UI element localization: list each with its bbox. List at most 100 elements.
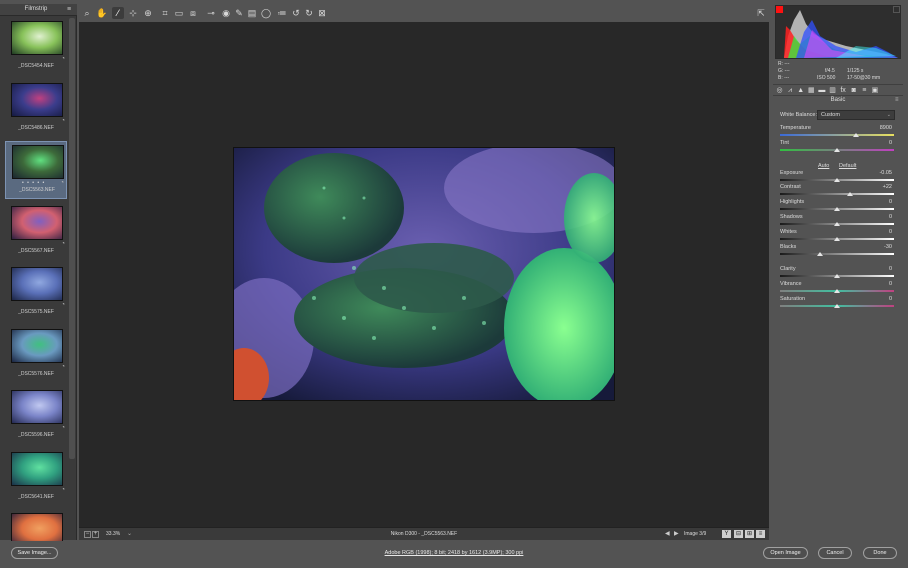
filmstrip-item[interactable]: ◔ _DSC5567.NEF — [5, 203, 67, 261]
slider-thumb[interactable] — [834, 289, 840, 293]
slider-value[interactable]: 0 — [862, 214, 892, 220]
camera-calibration-icon[interactable]: ◙ — [849, 86, 858, 95]
panel-menu-icon[interactable]: ≡ — [895, 97, 899, 103]
white-balance-icon[interactable]: ⁄ — [112, 7, 124, 19]
snapshots-icon[interactable]: ▣ — [870, 86, 879, 95]
slider-value[interactable]: 0 — [862, 140, 892, 146]
thumbnail-label: _DSC5576.NEF — [18, 370, 54, 377]
before-after-button[interactable]: Y — [722, 530, 731, 538]
previous-image-icon[interactable]: ◀ — [665, 530, 670, 537]
rotate-ccw-icon[interactable]: ↺ — [290, 7, 302, 19]
spot-removal-icon[interactable]: ⊸ — [205, 7, 217, 19]
done-button[interactable]: Done — [863, 547, 897, 559]
copy-settings-button[interactable]: ⊞ — [745, 530, 754, 538]
slider-thumb[interactable] — [834, 237, 840, 241]
adjustment-brush-icon[interactable]: ✎ — [233, 7, 245, 19]
presets-icon[interactable]: ≡ — [860, 86, 869, 95]
toggle-settings-button[interactable]: ≡ — [756, 530, 765, 538]
slider-track[interactable] — [780, 253, 894, 255]
slider-value[interactable]: +22 — [862, 184, 892, 190]
zoom-icon[interactable]: ⌕ — [81, 7, 93, 19]
slider-thumb[interactable] — [834, 207, 840, 211]
thumbnail-image[interactable] — [11, 328, 63, 363]
slider-thumb[interactable] — [834, 178, 840, 182]
auto-tone-link[interactable]: Auto — [818, 163, 829, 169]
basic-icon[interactable]: ◎ — [775, 86, 784, 95]
filmstrip-item[interactable]: • • • • • ◔ _DSC5563.NEF — [5, 141, 67, 199]
transform-icon[interactable]: ⧈ — [187, 7, 199, 19]
thumbnail-label: _DSC5641.NEF — [18, 493, 54, 500]
filmstrip-item[interactable]: ◔ _DSC5641.NEF — [5, 449, 67, 507]
adjustments-panel: R: --- G: --- B: --- f/4.5 1/125 s ISO 50… — [773, 4, 903, 540]
crop-icon[interactable]: ⌗ — [159, 7, 171, 19]
r-label: R: — [778, 61, 783, 67]
menu-icon[interactable]: ≡ — [67, 6, 75, 13]
histogram-graph — [784, 10, 898, 58]
slider-track[interactable] — [780, 193, 894, 195]
filmstrip-header: Filmstrip ≡ — [0, 4, 77, 16]
hand-icon[interactable]: ✋ — [96, 7, 108, 19]
swap-settings-button[interactable]: ⊟ — [734, 530, 743, 538]
filmstrip-item[interactable]: ◔ _DSC5575.NEF — [5, 264, 67, 322]
slider-value[interactable]: 8900 — [862, 125, 892, 131]
thumbnail-image[interactable] — [11, 21, 63, 55]
slider-value[interactable]: 0 — [862, 281, 892, 287]
detail-icon[interactable]: ▲ — [796, 86, 805, 95]
slider-thumb[interactable] — [834, 274, 840, 278]
preview-photo[interactable] — [233, 147, 615, 401]
color-sampler-icon[interactable]: ⊹ — [127, 7, 139, 19]
slider-thumb[interactable] — [816, 252, 823, 256]
straighten-icon[interactable]: ▭ — [173, 7, 185, 19]
filmstrip-item[interactable]: ◔ _DSC5486.NEF — [5, 80, 67, 138]
radial-filter-icon[interactable]: ◯ — [260, 7, 272, 19]
trash-icon[interactable]: ⊠ — [316, 7, 328, 19]
filmstrip-scrollbar[interactable] — [69, 18, 75, 459]
image-counter: Image 3/9 — [684, 531, 707, 537]
thumbnail-image[interactable] — [11, 451, 63, 486]
slider-thumb[interactable] — [853, 133, 860, 137]
filmstrip-item[interactable]: ◔ _DSC5596.NEF — [5, 387, 67, 445]
cancel-button[interactable]: Cancel — [818, 547, 852, 559]
next-image-icon[interactable]: ▶ — [674, 530, 679, 537]
thumbnail-image[interactable] — [11, 205, 63, 240]
thumbnail-image[interactable] — [11, 267, 63, 301]
slider-track[interactable] — [780, 134, 894, 136]
slider-value[interactable]: -0.05 — [862, 170, 892, 176]
aperture-value: f/4.5 — [825, 68, 835, 74]
open-image-button[interactable]: Open Image — [763, 547, 808, 559]
slider-thumb[interactable] — [846, 192, 853, 196]
graduated-filter-icon[interactable]: ▤ — [246, 7, 258, 19]
filmstrip-item[interactable]: ◔ _DSC5454.NEF — [5, 18, 67, 76]
hsl-icon[interactable]: ▦ — [807, 86, 816, 95]
fullscreen-icon[interactable]: ⇱ — [755, 7, 767, 19]
thumbnail-image[interactable] — [11, 82, 63, 117]
thumbnail-label: _DSC5486.NEF — [18, 124, 54, 131]
slider-value[interactable]: 0 — [862, 266, 892, 272]
split-toning-icon[interactable]: ▬ — [817, 86, 826, 95]
filmstrip-item[interactable]: ◔ _DSC5576.NEF — [5, 326, 67, 384]
red-eye-icon[interactable]: ◉ — [220, 7, 232, 19]
default-tone-link[interactable]: Default — [839, 163, 856, 169]
shadow-clipping-warning[interactable] — [776, 6, 783, 13]
slider-thumb[interactable] — [834, 222, 840, 226]
slider-label: Exposure — [780, 170, 804, 176]
filmstrip-panel: Filmstrip ≡ ◔ _DSC5454.NEF ◔ _DSC5486.NEF • … — [0, 4, 77, 554]
preferences-icon[interactable]: ≔ — [276, 7, 288, 19]
lens-corrections-icon[interactable]: ▥ — [828, 86, 837, 95]
rotate-cw-icon[interactable]: ↻ — [303, 7, 315, 19]
white-balance-select[interactable]: Custom ⌄ — [817, 110, 895, 120]
slider-value[interactable]: 0 — [862, 296, 892, 302]
thumbnail-image[interactable] — [12, 145, 64, 179]
targeted-adjust-icon[interactable]: ⊕ — [142, 7, 154, 19]
thumbnail-image[interactable] — [11, 390, 63, 424]
slider-value[interactable]: 0 — [862, 199, 892, 205]
tone-curve-icon[interactable]: ⩘ — [786, 86, 795, 95]
effects-icon[interactable]: fx — [839, 86, 848, 95]
slider-value[interactable]: 0 — [862, 229, 892, 235]
slider-thumb[interactable] — [834, 304, 840, 308]
highlight-clipping-warning[interactable] — [893, 6, 900, 13]
star-rating[interactable]: • • • • • — [22, 180, 45, 186]
slider-thumb[interactable] — [834, 148, 840, 152]
panel-tabs: ◎ ⩘ ▲ ▦ ▬ ▥ fx ◙ ≡ ▣ — [773, 84, 903, 96]
slider-value[interactable]: -30 — [862, 244, 892, 250]
